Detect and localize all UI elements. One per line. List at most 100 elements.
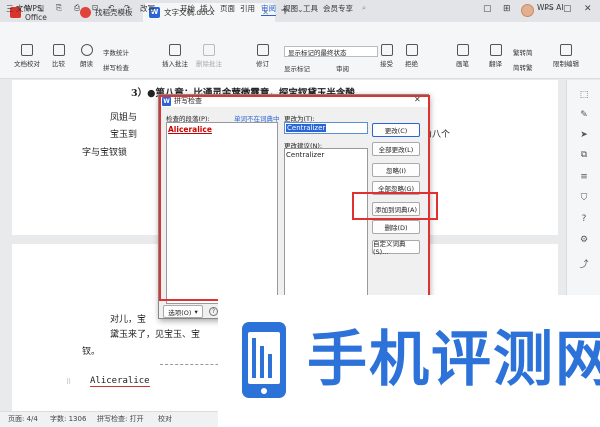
trad-to-simp-button[interactable]: 繁转简 [513, 47, 533, 57]
compare-button[interactable]: 比较 [52, 44, 65, 68]
pen-icon [456, 44, 469, 56]
accept-icon [380, 44, 393, 56]
edit-icon[interactable]: ✎ [578, 110, 590, 122]
track-icon [256, 44, 269, 56]
export-pdf-icon[interactable]: ⎘ [56, 3, 62, 13]
print-icon[interactable]: ⎙ [74, 3, 80, 13]
highlight-box [352, 192, 438, 220]
wps-ai-button[interactable]: WPS AI [537, 3, 563, 12]
simp-label: 简转繁 [513, 64, 533, 72]
pen-button[interactable]: 画笔 [456, 44, 469, 68]
undo-icon[interactable]: ↶ [108, 3, 114, 12]
translate-button[interactable]: 翻译 [489, 44, 502, 68]
settings-icon[interactable]: ⚙ [578, 235, 590, 247]
read-aloud-label: 朗读 [80, 60, 93, 68]
track-label: 修订 [256, 60, 269, 68]
phone-logo-icon [242, 322, 286, 398]
menu-start[interactable]: 开始 [180, 3, 195, 14]
show-marks-label: 显示标记 [284, 65, 310, 73]
insert-comment-label: 插入批注 [162, 60, 188, 68]
menu-page[interactable]: 页面 [220, 3, 235, 14]
word-count-button[interactable]: 字数统计 [103, 47, 129, 57]
restrict-edit-button[interactable]: 限制编辑 [553, 44, 579, 68]
pen-label: 画笔 [456, 60, 469, 68]
misspelled-word[interactable]: Aliceralice [90, 376, 150, 387]
grid-icon[interactable]: ⊞ [503, 4, 511, 14]
word-count[interactable]: 字数: 1306 [50, 414, 86, 424]
delete-comment-button[interactable]: 删除批注 [196, 44, 222, 68]
options-dropdown[interactable]: 选项(O) ▾ [163, 305, 203, 318]
paragraph-line: 宝玉到 [110, 130, 138, 140]
proof-status[interactable]: 校对 [158, 414, 172, 424]
translate-icon [489, 44, 502, 56]
share-icon[interactable]: ⤴ [578, 257, 590, 270]
simp-to-trad-button[interactable]: 简转繁 [513, 62, 533, 72]
display-mode-select[interactable]: 显示标记的最终状态 [284, 46, 378, 57]
help-icon[interactable]: ? [209, 307, 218, 316]
menu-tools[interactable]: 工具 [303, 3, 318, 14]
paragraph-line: 对儿，宝 [110, 315, 147, 325]
reject-label: 拒绝 [405, 60, 418, 68]
restrict-label: 限制编辑 [553, 60, 579, 68]
page-indicator[interactable]: 页面: 4/4 [8, 414, 38, 424]
spell-check-button[interactable]: 拼写检查 [103, 62, 129, 72]
menu-reference[interactable]: 引用 [240, 3, 255, 14]
speaker-icon [80, 44, 93, 56]
delete-comment-icon [203, 44, 215, 56]
menu-insert[interactable]: 插入 [200, 3, 215, 14]
tune-icon[interactable]: ≡ [578, 172, 590, 184]
close-icon[interactable]: ✕ [584, 4, 592, 14]
doc-proof-button[interactable]: 文档校对 [14, 44, 40, 68]
compare-icon [52, 44, 65, 56]
review-pane-button[interactable]: 审阅 [336, 63, 349, 73]
select-icon[interactable]: ⬚ [578, 90, 590, 102]
word-count-label: 字数统计 [103, 49, 129, 57]
file-menu[interactable]: 三 文件 [6, 3, 31, 14]
menu-member[interactable]: 会员专享 [323, 3, 353, 14]
trad-label: 繁转简 [513, 49, 533, 57]
menu-bar [0, 22, 600, 40]
watermark-text: 手机评测网 [307, 325, 600, 395]
delete-comment-label: 删除批注 [196, 60, 222, 68]
show-marks-button[interactable]: 显示标记 [284, 63, 310, 73]
cursor-icon[interactable]: ➤ [578, 130, 590, 142]
search-icon[interactable]: ⌕ [362, 3, 366, 13]
translate-label: 翻译 [489, 60, 502, 68]
preview-icon[interactable]: ⊡ [92, 3, 98, 12]
caret-down-icon: ▾ [194, 307, 198, 316]
shield-icon[interactable]: ⛉ [578, 193, 590, 205]
redo-icon[interactable]: ↷ [124, 3, 130, 12]
spell-status[interactable]: 拼写检查: 打开 [97, 414, 144, 424]
paragraph-line: 凤姐与 [110, 113, 138, 123]
wps-ai-label: WPS AI [537, 3, 564, 12]
overwrite-mode[interactable]: 改写 [140, 3, 155, 14]
lock-icon [560, 44, 572, 56]
insert-comment-button[interactable]: 插入批注 [162, 44, 188, 68]
help-icon[interactable]: ? [578, 214, 590, 226]
doc-proof-label: 文档校对 [14, 60, 40, 68]
paragraph-line: 钗。 [82, 347, 101, 357]
compare-label: 比较 [52, 60, 65, 68]
layers-icon[interactable]: ⧉ [578, 150, 590, 162]
review-label: 审阅 [336, 65, 349, 73]
comment-icon [169, 44, 181, 56]
docer-icon [80, 7, 91, 18]
reject-button[interactable]: 拒绝 [405, 44, 418, 68]
spell-check-label: 拼写检查 [103, 64, 129, 72]
menu-review[interactable]: 审阅 [261, 3, 276, 16]
reject-icon [405, 44, 418, 56]
menu-view[interactable]: 视图 [283, 3, 298, 14]
read-aloud-button[interactable]: 朗读 [80, 44, 93, 68]
display-mode-value: 显示标记的最终状态 [288, 48, 347, 57]
options-label: 选项(O) [168, 308, 192, 317]
accept-button[interactable]: 接受 [380, 44, 393, 68]
proofread-icon [21, 44, 33, 56]
paragraph-line: 黛玉来了，见宝玉、宝 [110, 330, 201, 340]
maximize-icon[interactable]: ▢ [563, 4, 572, 14]
track-changes-button[interactable]: 修订 [256, 44, 269, 68]
save-icon[interactable]: 🖫 [38, 3, 44, 16]
layout-icon[interactable]: ▢ [483, 4, 492, 14]
accept-label: 接受 [380, 60, 393, 68]
drag-handle-icon[interactable]: ⠿ [66, 378, 71, 386]
avatar[interactable] [521, 4, 534, 17]
